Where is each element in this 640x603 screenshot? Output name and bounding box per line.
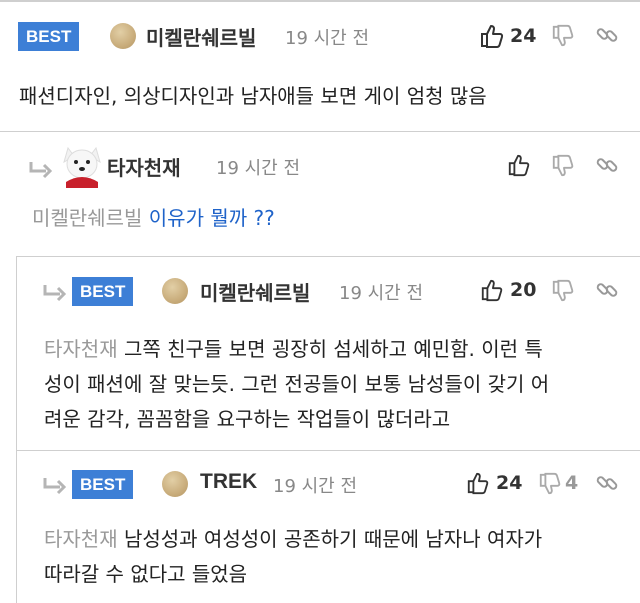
link-icon[interactable] <box>596 154 618 176</box>
comment-time: 19 시간 전 <box>339 283 424 304</box>
comment-time: 19 시간 전 <box>216 158 301 179</box>
avatar <box>162 278 188 304</box>
comment-time: 19 시간 전 <box>273 476 358 497</box>
comment-text: 미켈란쉐르빌 이유가 뭘까 ?? <box>32 201 275 236</box>
thumbs-down-icon[interactable] <box>551 279 575 303</box>
like-count: 24 <box>510 25 537 47</box>
avatar <box>110 23 136 49</box>
link-icon[interactable] <box>596 472 618 494</box>
divider <box>16 256 640 257</box>
dislike-count: 4 <box>565 472 579 494</box>
thumbs-up-icon[interactable] <box>479 23 505 49</box>
thumbs-down-icon[interactable] <box>551 154 575 178</box>
thumbs-up-icon[interactable] <box>507 153 531 177</box>
reply-arrow-icon <box>29 162 53 179</box>
thumbs-up-icon[interactable] <box>466 471 490 495</box>
avatar <box>162 471 188 497</box>
comment-text: 남성성과 여성성이 공존하기 때문에 남자나 여자가 <box>123 527 543 551</box>
comment-author[interactable]: 타자천재 <box>107 152 181 181</box>
mention[interactable]: 타자천재 <box>44 527 118 551</box>
best-badge: BEST <box>18 22 80 51</box>
reply-arrow-icon <box>43 478 67 495</box>
top-divider <box>0 0 640 2</box>
link-icon[interactable] <box>596 24 618 46</box>
comment-text: 패션디자인, 의상디자인과 남자애들 보면 게이 엄청 많음 <box>19 84 487 108</box>
mention[interactable]: 미켈란쉐르빌 <box>32 206 142 230</box>
reply-arrow-icon <box>43 285 67 302</box>
comment-author[interactable]: 미켈란쉐르빌 <box>146 22 256 51</box>
thumbs-down-icon[interactable] <box>551 24 575 48</box>
comment-text-line: 려운 감각, 꼼꼼함을 요구하는 작업들이 많더라고 <box>44 407 451 431</box>
thumbs-up-icon[interactable] <box>480 278 504 302</box>
comment-question: 이유가 뭘까 ?? <box>148 206 275 230</box>
thumbs-down-icon[interactable] <box>538 472 562 496</box>
comment-text-line: 타자천재 그쪽 친구들 보면 굉장히 섬세하고 예민함. 이런 특 <box>44 332 543 367</box>
mention[interactable]: 타자천재 <box>44 337 118 361</box>
comment-text-line: 성이 패션에 잘 맞는듯. 그런 전공들이 보통 남성들이 갖기 어 <box>44 372 550 396</box>
best-badge: BEST <box>72 277 134 306</box>
comment-author[interactable]: TREK <box>200 470 257 494</box>
link-icon[interactable] <box>596 279 618 301</box>
divider <box>16 450 640 451</box>
reply-thread-line <box>16 256 17 603</box>
comment-time: 19 시간 전 <box>285 28 370 49</box>
dog-avatar <box>63 146 101 188</box>
comment-text-line: 타자천재 남성성과 여성성이 공존하기 때문에 남자나 여자가 <box>44 522 542 557</box>
comment-author[interactable]: 미켈란쉐르빌 <box>200 277 310 306</box>
like-count: 24 <box>496 472 523 494</box>
comment-text: 그쪽 친구들 보면 굉장히 섬세하고 예민함. 이런 특 <box>123 337 543 361</box>
divider <box>0 131 640 132</box>
comment-text-line: 따라갈 수 없다고 들었음 <box>44 562 248 586</box>
like-count: 20 <box>510 279 537 301</box>
best-badge: BEST <box>72 470 134 499</box>
